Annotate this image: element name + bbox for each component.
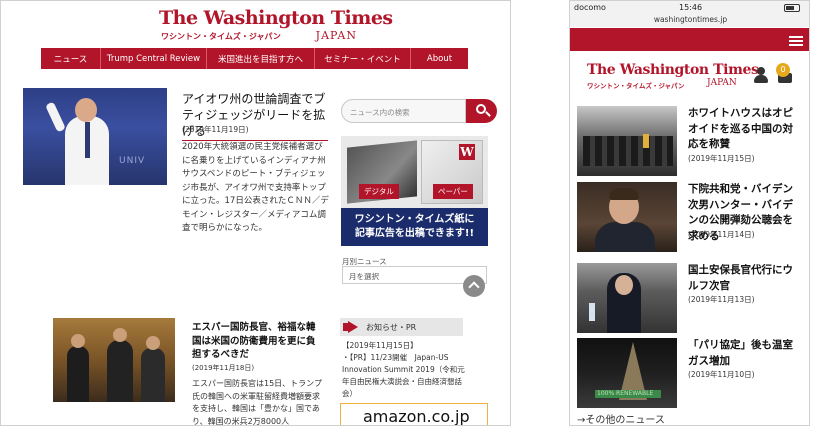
cart-count-badge: 0 bbox=[776, 63, 790, 77]
desktop-view: The Washington Times ワシントン・タイムズ・ジャパン JAP… bbox=[0, 0, 511, 426]
article2-image[interactable] bbox=[53, 318, 175, 402]
battery-icon bbox=[784, 4, 800, 12]
search-box: ニュース内の検索 bbox=[341, 99, 497, 123]
hamburger-menu-icon[interactable] bbox=[789, 36, 803, 46]
mobile-news-item[interactable]: ホワイトハウスはオピオイドを巡る中国の対応を称賛 (2019年11月15日) bbox=[577, 106, 805, 176]
amazon-banner[interactable]: amazon.co.jp bbox=[340, 403, 488, 426]
status-bar: docomo 15:46 bbox=[570, 1, 809, 15]
mobile-top-bar bbox=[570, 28, 809, 51]
nav-item-trump-central-review[interactable]: Trump Central Review bbox=[101, 48, 207, 69]
banner-tag-digital: デジタル bbox=[359, 184, 399, 199]
carrier-label: docomo bbox=[574, 3, 606, 12]
notice-link[interactable]: ・【PR】11/23開催 Japan-US Innovation Summit … bbox=[342, 352, 467, 400]
nav-item-about[interactable]: About bbox=[411, 48, 468, 69]
logo-japan: JAPAN bbox=[315, 29, 357, 42]
search-button[interactable] bbox=[466, 99, 497, 123]
news-title[interactable]: 国土安保長官代行にウルフ次官 bbox=[688, 263, 800, 294]
banner-caption: ワシントン・タイムズ紙に 記事広告を出稿できます!! bbox=[341, 208, 488, 246]
search-input[interactable]: ニュース内の検索 bbox=[341, 99, 466, 123]
w-logo: W bbox=[459, 144, 475, 160]
site-logo[interactable]: The Washington Times ワシントン・タイムズ・ジャパン JAP… bbox=[159, 7, 393, 42]
mobile-logo-kana: ワシントン・タイムズ・ジャパン bbox=[587, 82, 685, 90]
nav-item-news[interactable]: ニュース bbox=[41, 48, 101, 69]
banner-tag-paper: ペーパー bbox=[433, 184, 473, 199]
logo-kana: ワシントン・タイムズ・ジャパン bbox=[161, 32, 281, 41]
mobile-news-item[interactable]: 下院共和党・バイデン次男ハンター・バイデンの公開弾劾公聴会を求める (2019年… bbox=[577, 182, 805, 252]
address-bar[interactable]: washingtontimes.jp bbox=[570, 15, 809, 27]
logo-wordmark: The Washington Times bbox=[159, 7, 393, 29]
article1-date: (2019年11月19日) bbox=[182, 125, 249, 134]
news-thumbnail[interactable] bbox=[577, 182, 677, 252]
back-to-top-button[interactable] bbox=[463, 275, 485, 297]
more-news-link[interactable]: →その他のニュース bbox=[577, 411, 665, 425]
notice-date: 【2019年11月15日】 bbox=[342, 341, 418, 350]
nav-item-seminar-event[interactable]: セミナー・イベント bbox=[315, 48, 411, 69]
nav-item-us-expansion[interactable]: 米国進出を目指す方へ bbox=[207, 48, 315, 69]
clock: 15:46 bbox=[679, 3, 703, 12]
article1-image[interactable]: UNIV bbox=[23, 88, 167, 185]
news-thumbnail[interactable] bbox=[577, 263, 677, 333]
article2-date: (2019年11月18日) bbox=[192, 364, 255, 372]
ad-banner[interactable]: W デジタル ペーパー ワシントン・タイムズ紙に 記事広告を出稿できます!! bbox=[341, 136, 488, 246]
notice-header: お知らせ・PR bbox=[340, 318, 463, 336]
article2-body: エスパー国防長官は15日、トランプ氏の韓国への米軍駐留経費増額要求を支持し、韓国… bbox=[192, 379, 322, 426]
article1-body: 2020年大統領選の民主党候補者選びに名乗りを上げているインディアナ州サウスベン… bbox=[182, 142, 329, 233]
news-date: (2019年11月14日) bbox=[688, 230, 755, 239]
mobile-view: docomo 15:46 washingtontimes.jp The Wash… bbox=[569, 0, 810, 426]
news-date: (2019年11月15日) bbox=[688, 154, 755, 163]
chevron-up-icon bbox=[468, 281, 480, 293]
article2-title[interactable]: エスパー国防長官、裕福な韓国は米国の防衛費用を更に負担するべきだ bbox=[192, 321, 324, 362]
main-nav: ニュース Trump Central Review 米国進出を目指す方へ セミナ… bbox=[41, 48, 468, 69]
mobile-site-logo[interactable]: The Washington Times ワシントン・タイムズ・ジャパン JAP… bbox=[587, 62, 759, 90]
news-date: (2019年11月13日) bbox=[688, 295, 755, 304]
news-title[interactable]: ホワイトハウスはオピオイドを巡る中国の対応を称賛 bbox=[688, 106, 800, 153]
news-thumbnail[interactable] bbox=[577, 106, 677, 176]
mobile-logo-wordmark: The Washington Times bbox=[587, 62, 759, 78]
mobile-news-item[interactable]: 国土安保長官代行にウルフ次官 (2019年11月13日) bbox=[577, 263, 805, 333]
news-date: (2019年11月10日) bbox=[688, 370, 755, 379]
cart-icon[interactable]: 0 bbox=[776, 63, 792, 83]
thumbnail-caption: 100% RENEWABLE bbox=[597, 390, 654, 397]
megaphone-icon bbox=[343, 321, 361, 333]
notice-label: お知らせ・PR bbox=[366, 323, 417, 332]
user-icon[interactable] bbox=[753, 67, 769, 83]
news-thumbnail[interactable]: 100% RENEWABLE bbox=[577, 338, 677, 408]
mobile-logo-japan: JAPAN bbox=[707, 78, 737, 88]
amazon-logo-text: amazon.co.jp bbox=[363, 407, 470, 426]
news-title[interactable]: 「パリ協定」後も温室ガス増加 bbox=[688, 338, 800, 369]
mobile-news-item[interactable]: 100% RENEWABLE 「パリ協定」後も温室ガス増加 (2019年11月1… bbox=[577, 338, 805, 408]
